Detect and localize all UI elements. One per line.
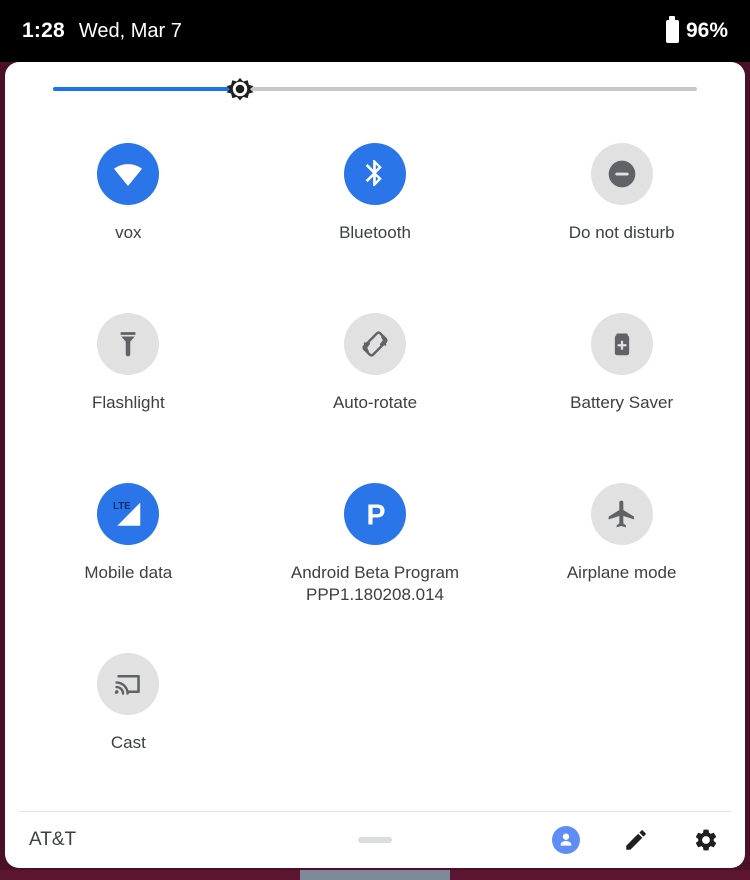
status-clock: 1:28 bbox=[22, 19, 65, 42]
tile-wifi-circle bbox=[97, 142, 160, 205]
cast-icon bbox=[115, 674, 141, 695]
battery-full-icon bbox=[665, 15, 679, 43]
brightness-slider-fill bbox=[53, 87, 240, 92]
status-bar-right: 96% bbox=[665, 15, 728, 43]
battery-percent-label: 96% bbox=[685, 19, 728, 42]
tile-battery-saver-label: Battery Saver bbox=[570, 392, 674, 412]
tile-flashlight-label: Flashlight bbox=[91, 392, 165, 412]
navigation-bottom-handle bbox=[300, 870, 450, 880]
brightness-slider[interactable] bbox=[53, 78, 697, 101]
wifi-icon bbox=[114, 163, 143, 186]
brightness-sun-icon[interactable] bbox=[224, 73, 256, 105]
pencil-icon bbox=[626, 830, 646, 850]
tile-do-not-disturb[interactable]: Do not disturb bbox=[498, 131, 745, 301]
drag-handle[interactable] bbox=[358, 836, 392, 843]
tile-bluetooth-label: Bluetooth bbox=[339, 222, 411, 242]
tile-do-not-disturb-circle bbox=[590, 142, 653, 205]
airplane-icon bbox=[608, 500, 634, 528]
android-beta-p-icon: P bbox=[366, 499, 385, 531]
tile-cast-circle bbox=[97, 652, 160, 715]
quick-settings-footer: AT&T bbox=[5, 812, 745, 868]
status-date: Wed, Mar 7 bbox=[78, 20, 182, 42]
tile-wifi-label: vox bbox=[115, 222, 142, 242]
svg-text:P: P bbox=[366, 499, 385, 531]
user-switcher-button[interactable] bbox=[551, 825, 581, 855]
tile-airplane-mode-label: Airplane mode bbox=[566, 562, 677, 582]
gear-icon bbox=[695, 829, 717, 851]
status-bar-left: 1:28 Wed, Mar 7 bbox=[22, 19, 182, 43]
tile-battery-saver[interactable]: Battery Saver bbox=[498, 301, 745, 471]
quick-settings-tile-grid: vox Bluetooth Do not disturb Flashlight … bbox=[5, 117, 745, 811]
user-account-icon bbox=[552, 825, 580, 854]
tile-mobile-data[interactable]: LTE Mobile data bbox=[5, 471, 252, 641]
tile-android-beta-program[interactable]: P Android Beta Program PPP1.180208.014 bbox=[252, 471, 499, 641]
tile-flashlight-circle bbox=[97, 312, 160, 375]
lte-signal-icon: LTE bbox=[113, 501, 141, 526]
flashlight-icon bbox=[120, 331, 136, 357]
tile-cast-label: Cast bbox=[110, 732, 146, 752]
edit-tiles-button[interactable] bbox=[621, 825, 651, 855]
settings-button[interactable] bbox=[691, 825, 721, 855]
do-not-disturb-icon bbox=[608, 160, 635, 188]
svg-text:LTE: LTE bbox=[113, 501, 131, 512]
tile-airplane-mode[interactable]: Airplane mode bbox=[498, 471, 745, 641]
tile-flashlight[interactable]: Flashlight bbox=[5, 301, 252, 471]
tile-cast[interactable]: Cast bbox=[5, 641, 252, 811]
tile-airplane-mode-circle bbox=[590, 482, 653, 545]
tile-bluetooth-circle bbox=[343, 142, 406, 205]
brightness-row bbox=[5, 62, 745, 117]
carrier-label: AT&T bbox=[29, 828, 77, 850]
tile-android-beta-program-label: Android Beta Program bbox=[290, 562, 460, 582]
tile-auto-rotate-label: Auto-rotate bbox=[332, 392, 418, 412]
tile-mobile-data-label: Mobile data bbox=[84, 562, 173, 582]
tile-auto-rotate-circle bbox=[343, 312, 406, 375]
battery-saver-icon bbox=[614, 333, 629, 356]
tile-battery-saver-circle bbox=[590, 312, 653, 375]
tile-wifi[interactable]: vox bbox=[5, 131, 252, 301]
status-bar: 1:28 Wed, Mar 7 96% bbox=[0, 0, 750, 62]
tile-android-beta-program-build: PPP1.180208.014 bbox=[305, 584, 444, 604]
tile-android-beta-program-circle: P bbox=[343, 482, 406, 545]
quick-settings-panel: vox Bluetooth Do not disturb Flashlight … bbox=[5, 62, 745, 868]
bluetooth-icon bbox=[365, 159, 382, 186]
auto-rotate-icon bbox=[362, 331, 388, 357]
tile-mobile-data-circle: LTE bbox=[97, 482, 160, 545]
tile-do-not-disturb-label: Do not disturb bbox=[568, 222, 675, 242]
footer-actions bbox=[551, 825, 721, 855]
tile-auto-rotate[interactable]: Auto-rotate bbox=[252, 301, 499, 471]
tile-bluetooth[interactable]: Bluetooth bbox=[252, 131, 499, 301]
